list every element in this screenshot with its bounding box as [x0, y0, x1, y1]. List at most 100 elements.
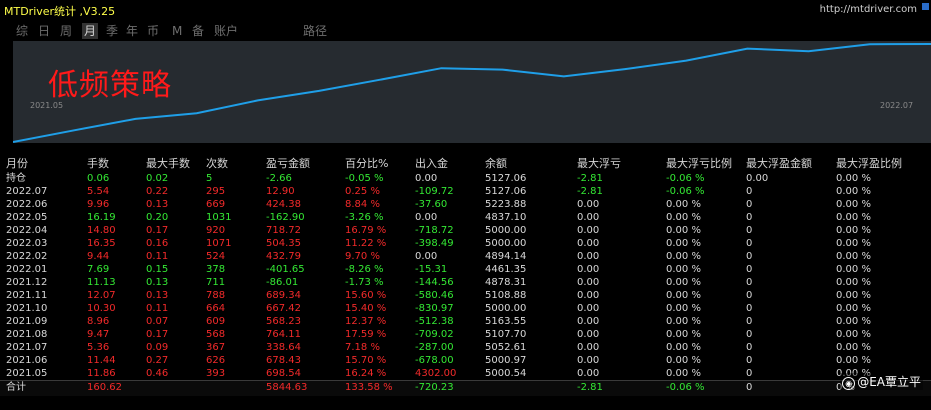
table-row[interactable]: 2021.09 8.96 0.07 609 568.23 12.37 % -512.38 51…	[0, 315, 931, 328]
table-cell: 0.20	[146, 212, 169, 223]
table-cell: 0.00 %	[666, 290, 701, 301]
table-cell: 0.13	[146, 277, 169, 288]
table-row[interactable]: 2021.08 9.47 0.17 568 764.11 17.59 % -709.02 51…	[0, 328, 931, 341]
website-link[interactable]: http://mtdriver.com	[820, 4, 917, 15]
table-cell: 7.69	[87, 264, 110, 275]
table-row[interactable]: 2022.05 16.19 0.20 1031 -162.90 -3.26 % 0.00 48…	[0, 211, 931, 224]
table-cell: 0.06	[87, 173, 110, 184]
column-header[interactable]: 最大浮盈比例	[836, 156, 902, 171]
table-row[interactable]: 2022.07 5.54 0.22 295 12.90 0.25 % -109.72 5127…	[0, 185, 931, 198]
table-cell: 9.70 %	[345, 251, 380, 262]
table-row[interactable]: 2022.02 9.44 0.11 524 432.79 9.70 % 0.00 4894.1…	[0, 250, 931, 263]
tab-5[interactable]: 年	[126, 23, 138, 39]
table-cell: 609	[206, 316, 226, 327]
table-cell: 2022.07	[6, 186, 48, 197]
table-row[interactable]: 2021.05 11.86 0.46 393 698.54 16.24 % 4302.00 5…	[0, 367, 931, 380]
table-row[interactable]: 2022.01 7.69 0.15 378 -401.65 -8.26 % -15.31 44…	[0, 263, 931, 276]
tab-9[interactable]: 账户	[214, 23, 238, 39]
monthly-stats-table: 月份 手数 最大手数 次数 盈亏金额 百分比% 出入金 余额 最大浮亏 最大浮亏比例 最大浮盈金额 最…	[0, 156, 931, 396]
table-row[interactable]: 2021.06 11.44 0.27 626 678.43 15.70 % -678.00 5…	[0, 354, 931, 367]
table-cell: -2.66	[266, 173, 292, 184]
column-header[interactable]: 次数	[206, 156, 228, 171]
table-row[interactable]: 2021.10 10.30 0.11 664 667.42 15.40 % -830.97 5…	[0, 302, 931, 315]
table-cell: 0.00	[415, 173, 438, 184]
table-cell: -398.49	[415, 238, 454, 249]
table-cell: 0.13	[146, 290, 169, 301]
table-cell: -86.01	[266, 277, 299, 288]
table-cell: 持仓	[6, 173, 26, 184]
column-header[interactable]: 余额	[485, 156, 507, 171]
table-cell: 9.96	[87, 199, 110, 210]
table-cell: 16.35	[87, 238, 116, 249]
tab-6[interactable]: 币	[147, 23, 159, 39]
column-header[interactable]: 最大浮亏	[577, 156, 621, 171]
column-header[interactable]: 盈亏金额	[266, 156, 310, 171]
table-cell: 0.00	[577, 342, 600, 353]
table-cell: 0	[746, 238, 753, 249]
table-cell: 2022.02	[6, 251, 48, 262]
table-cell: 0.25 %	[345, 186, 380, 197]
summary-cell: -720.23	[415, 382, 454, 393]
table-cell: 0.17	[146, 225, 169, 236]
table-cell: 0.07	[146, 316, 169, 327]
table-cell: 0	[746, 316, 753, 327]
column-header[interactable]: 出入金	[415, 156, 448, 171]
table-cell: 568	[206, 329, 226, 340]
table-cell: 4837.10	[485, 212, 527, 223]
table-cell: 5127.06	[485, 173, 527, 184]
tab-1[interactable]: 日	[38, 23, 50, 39]
table-cell: 2021.12	[6, 277, 48, 288]
period-tabs: 综日周月季年币 M 备账户 路径	[0, 22, 931, 40]
table-cell: 0.00	[577, 199, 600, 210]
summary-cell: -0.06 %	[666, 382, 705, 393]
table-cell: 0.00 %	[836, 316, 871, 327]
table-cell: 0	[746, 329, 753, 340]
table-cell: 0	[746, 186, 753, 197]
tab-7[interactable]: M	[172, 23, 182, 39]
table-cell: 0.11	[146, 251, 169, 262]
table-row[interactable]: 2021.07 5.36 0.09 367 338.64 7.18 % -287.00 505…	[0, 341, 931, 354]
table-cell: 0.00	[577, 225, 600, 236]
table-row[interactable]: 持仓 0.06 0.02 5 -2.66 -0.05 % 0.00 5127.06 -2.81 -…	[0, 172, 931, 185]
tab-4[interactable]: 季	[106, 23, 118, 39]
corner-marker-icon	[922, 3, 929, 10]
table-cell: 12.90	[266, 186, 295, 197]
table-row[interactable]: 2022.04 14.80 0.17 920 718.72 16.79 % -718.72 5…	[0, 224, 931, 237]
table-cell: 0	[746, 303, 753, 314]
table-cell: 393	[206, 368, 226, 379]
table-cell: 711	[206, 277, 226, 288]
table-row[interactable]: 2022.03 16.35 0.16 1071 504.35 11.22 % -398.49…	[0, 237, 931, 250]
table-cell: 0.00	[577, 290, 600, 301]
table-row[interactable]: 2021.11 12.07 0.13 788 689.34 15.60 % -580.46 5…	[0, 289, 931, 302]
tab-10[interactable]: 路径	[303, 23, 327, 39]
table-cell: 0	[746, 199, 753, 210]
table-cell: -3.26 %	[345, 212, 384, 223]
table-row[interactable]: 2021.12 11.13 0.13 711 -86.01 -1.73 % -144.56 4…	[0, 276, 931, 289]
watermark: ◉ @EA覃立平	[840, 373, 923, 390]
column-header[interactable]: 最大浮亏比例	[666, 156, 732, 171]
tab-3[interactable]: 月	[82, 23, 99, 39]
table-cell: 8.96	[87, 316, 110, 327]
table-cell: -0.05 %	[345, 173, 384, 184]
column-header[interactable]: 最大手数	[146, 156, 190, 171]
table-cell: 0.00	[577, 355, 600, 366]
column-header[interactable]: 月份	[6, 156, 28, 171]
table-cell: 2022.05	[6, 212, 48, 223]
tab-8[interactable]: 备	[192, 23, 204, 39]
table-row[interactable]: 2022.06 9.96 0.13 669 424.38 8.84 % -37.60 5223…	[0, 198, 931, 211]
table-cell: 17.59 %	[345, 329, 387, 340]
column-header[interactable]: 最大浮盈金额	[746, 156, 812, 171]
table-cell: 2021.11	[6, 290, 48, 301]
table-cell: 0.00 %	[666, 251, 701, 262]
table-cell: 0.17	[146, 329, 169, 340]
column-header[interactable]: 百分比%	[345, 156, 388, 171]
summary-cell: 0	[746, 382, 753, 393]
tab-2[interactable]: 周	[60, 23, 72, 39]
column-header[interactable]: 手数	[87, 156, 109, 171]
table-cell: 12.07	[87, 290, 116, 301]
table-cell: 689.34	[266, 290, 301, 301]
tab-0[interactable]: 综	[16, 23, 28, 39]
table-cell: 15.60 %	[345, 290, 387, 301]
table-cell: 0.22	[146, 186, 169, 197]
table-cell: 424.38	[266, 199, 301, 210]
